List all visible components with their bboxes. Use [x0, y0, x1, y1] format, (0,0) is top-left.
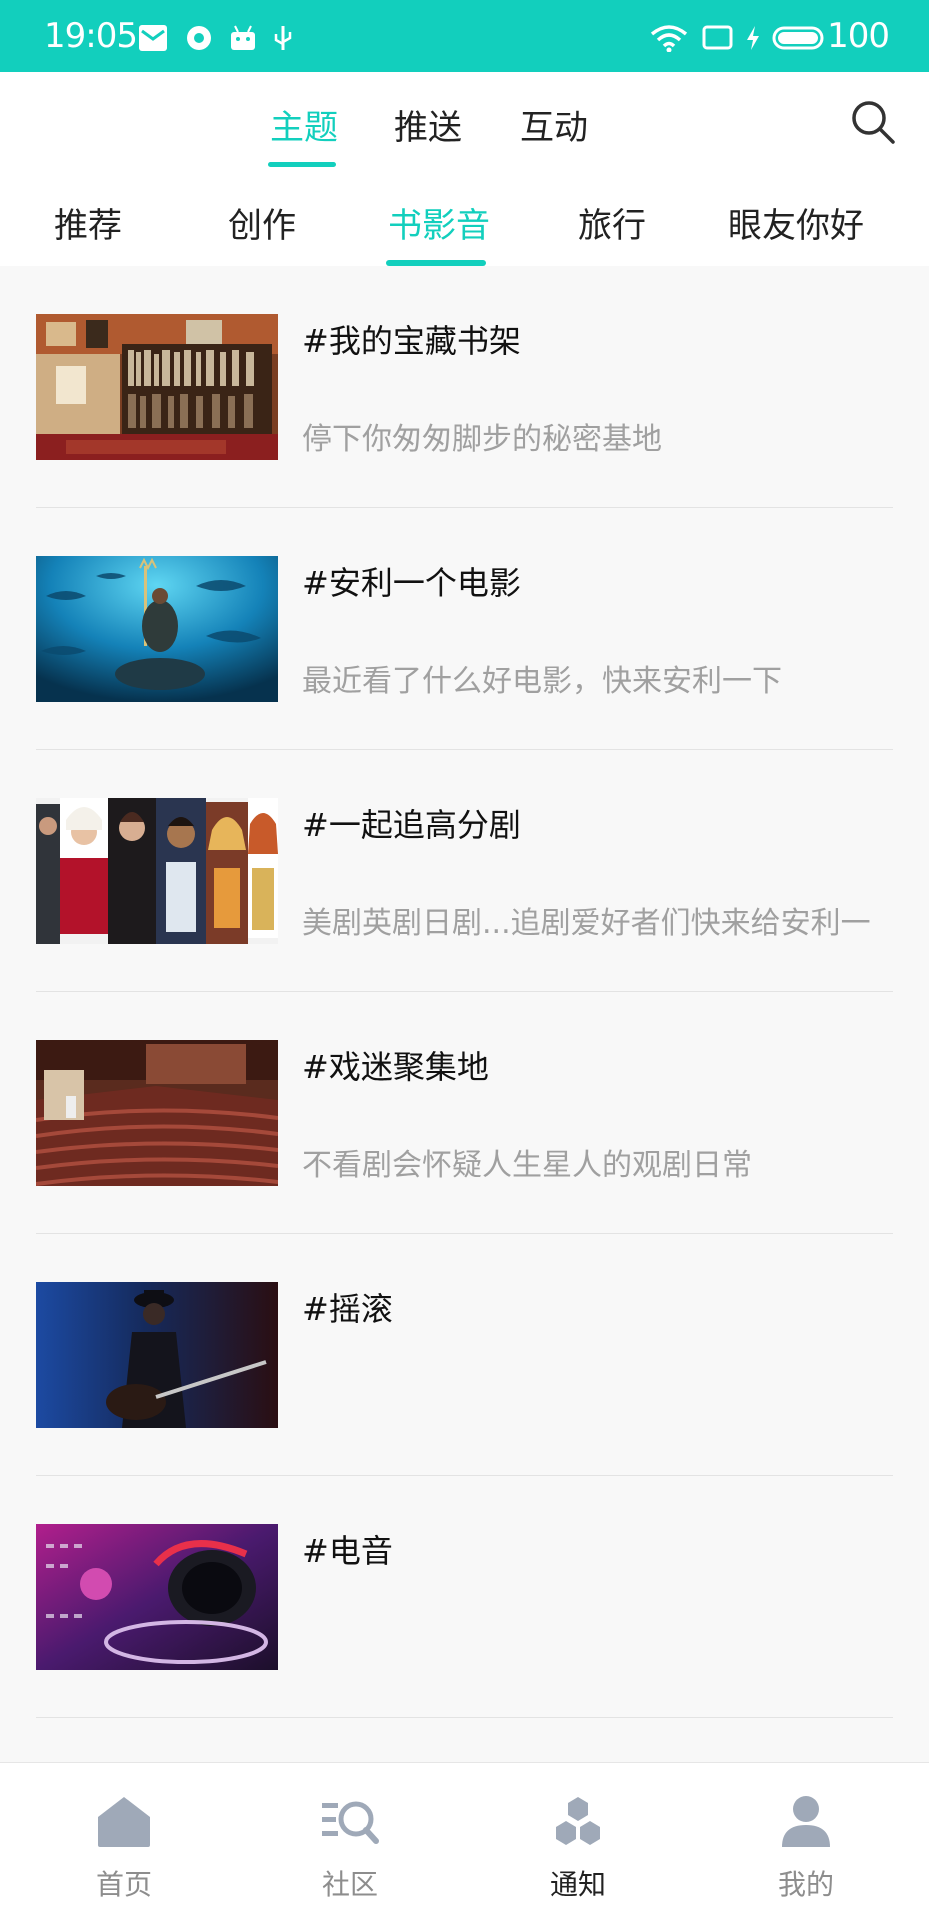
topic-subtitle: 最近看了什么好电影，快来安利一下 [302, 664, 782, 699]
nav-profile[interactable]: 我的 [690, 1763, 922, 1921]
subtab-recommend[interactable]: 推荐 [54, 198, 122, 247]
topic-title: #安利一个电影 [302, 564, 521, 602]
edm-thumbnail [36, 1524, 278, 1670]
topic-row[interactable]: #安利一个电影 最近看了什么好电影，快来安利一下 [0, 508, 929, 750]
screen-cast-icon [702, 25, 733, 50]
tab-interaction[interactable]: 互动 [520, 100, 588, 149]
subtab-creation[interactable]: 创作 [228, 198, 296, 247]
usb-icon [274, 26, 292, 50]
topic-title: #一起追高分剧 [302, 806, 521, 844]
battery-level: 100 [827, 16, 890, 56]
tab-topics[interactable]: 主题 [270, 100, 338, 149]
divider [36, 1717, 893, 1718]
charging-icon [747, 26, 759, 50]
active-tab-indicator [268, 162, 336, 167]
subtab-books-movies-music[interactable]: 书影音 [388, 198, 490, 247]
android-icon [231, 25, 255, 50]
community-icon [322, 1801, 379, 1844]
movie-thumbnail [36, 556, 278, 702]
topic-row[interactable]: #电音 [0, 1476, 929, 1718]
topic-row[interactable]: #戏迷聚集地 不看剧会怀疑人生星人的观剧日常 [0, 992, 929, 1234]
topic-title: #摇滚 [302, 1290, 393, 1328]
home-icon [98, 1797, 150, 1847]
status-time: 19:05 [44, 16, 138, 56]
topic-subtitle: 不看剧会怀疑人生星人的观剧日常 [302, 1148, 752, 1183]
topic-row[interactable]: #摇滚 [0, 1234, 929, 1476]
bottom-nav: 首页 社区 通知 我的 [0, 1762, 929, 1921]
topic-row[interactable]: #我的宝藏书架 停下你匆匆脚步的秘密基地 [0, 266, 929, 508]
nav-home[interactable]: 首页 [8, 1763, 240, 1921]
tv-series-thumbnail [36, 798, 278, 944]
nav-notifications[interactable]: 通知 [462, 1763, 694, 1921]
rock-thumbnail [36, 1282, 278, 1428]
theater-thumbnail [36, 1040, 278, 1186]
bookshelf-thumbnail [36, 314, 278, 460]
tab-push[interactable]: 推送 [394, 100, 462, 149]
nav-community[interactable]: 社区 [234, 1763, 466, 1921]
subtab-travel[interactable]: 旅行 [578, 198, 646, 247]
topic-row[interactable]: #一起追高分剧 美剧英剧日剧...追剧爱好者们快来给安利一 [0, 750, 929, 992]
search-icon[interactable] [849, 98, 897, 146]
battery-icon [772, 26, 824, 50]
nav-label: 我的 [777, 1868, 834, 1901]
mail-icon [139, 25, 167, 51]
header: 主题 推送 互动 推荐 创作 书影音 旅行 眼友你好 [0, 72, 929, 266]
nav-label: 通知 [549, 1868, 606, 1901]
topic-subtitle: 停下你匆匆脚步的秘密基地 [302, 422, 662, 457]
topic-subtitle: 美剧英剧日剧...追剧爱好者们快来给安利一 [302, 906, 871, 941]
hexagon-cluster-icon [556, 1797, 600, 1845]
nav-label: 首页 [95, 1868, 152, 1901]
nav-label: 社区 [321, 1868, 378, 1901]
topic-title: #戏迷聚集地 [302, 1048, 489, 1086]
topic-title: #我的宝藏书架 [302, 322, 521, 360]
status-bar: 19:05 100 [0, 0, 929, 72]
wifi-icon [650, 25, 688, 52]
subtab-hello-eye-friends[interactable]: 眼友你好 [728, 198, 864, 247]
app-notification-icon [187, 26, 211, 50]
topic-title: #电音 [302, 1532, 393, 1570]
person-icon [782, 1796, 830, 1847]
